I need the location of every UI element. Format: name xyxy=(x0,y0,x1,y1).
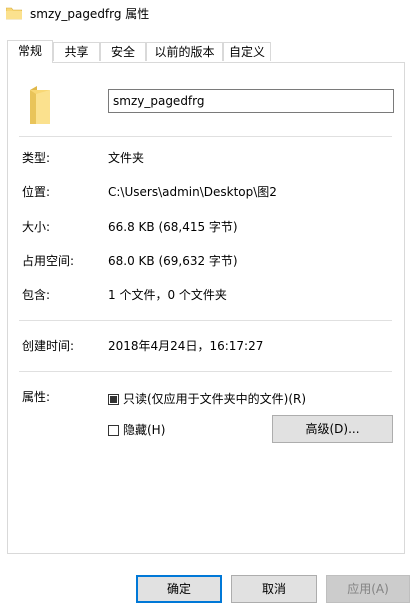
attributes-label: 属性: xyxy=(22,390,51,404)
readonly-label: 只读(仅应用于文件夹中的文件)(R) xyxy=(123,392,307,406)
location-label: 位置: xyxy=(22,185,51,199)
tab-previous-versions[interactable]: 以前的版本 xyxy=(146,42,223,61)
tab-security[interactable]: 安全 xyxy=(100,42,146,61)
ok-button[interactable]: 确定 xyxy=(136,575,222,603)
tab-sharing[interactable]: 共享 xyxy=(53,42,100,61)
divider xyxy=(19,371,392,372)
created-value: 2018年4月24日，16:17:27 xyxy=(108,339,264,353)
contains-label: 包含: xyxy=(22,288,51,302)
hidden-checkbox-row[interactable]: 隐藏(H) xyxy=(108,422,165,438)
size-value: 66.8 KB (68,415 字节) xyxy=(108,220,238,234)
hidden-label: 隐藏(H) xyxy=(123,423,166,437)
location-value: C:\Users\admin\Desktop\图2 xyxy=(108,185,277,199)
type-label: 类型: xyxy=(22,151,51,165)
type-value: 文件夹 xyxy=(108,151,145,165)
size-on-disk-label: 占用空间: xyxy=(22,254,75,268)
size-on-disk-value: 68.0 KB (69,632 字节) xyxy=(108,254,238,268)
folder-icon xyxy=(5,7,23,20)
advanced-button[interactable]: 高级(D)... xyxy=(272,415,393,443)
folder-name-input[interactable]: smzy_pagedfrg xyxy=(108,89,394,113)
created-label: 创建时间: xyxy=(22,339,75,353)
hidden-checkbox[interactable] xyxy=(108,424,119,436)
window-title: smzy_pagedfrg 属性 xyxy=(30,7,150,21)
folder-icon xyxy=(28,84,52,126)
readonly-checkbox-row[interactable]: 只读(仅应用于文件夹中的文件)(R) xyxy=(108,391,306,407)
tab-general[interactable]: 常规 xyxy=(7,40,53,63)
divider xyxy=(19,136,392,137)
readonly-checkbox[interactable] xyxy=(108,393,119,405)
divider xyxy=(19,320,392,321)
contains-value: 1 个文件，0 个文件夹 xyxy=(108,288,227,302)
apply-button[interactable]: 应用(A) xyxy=(326,575,410,603)
cancel-button[interactable]: 取消 xyxy=(231,575,317,603)
size-label: 大小: xyxy=(22,220,51,234)
tab-customize[interactable]: 自定义 xyxy=(223,42,271,61)
